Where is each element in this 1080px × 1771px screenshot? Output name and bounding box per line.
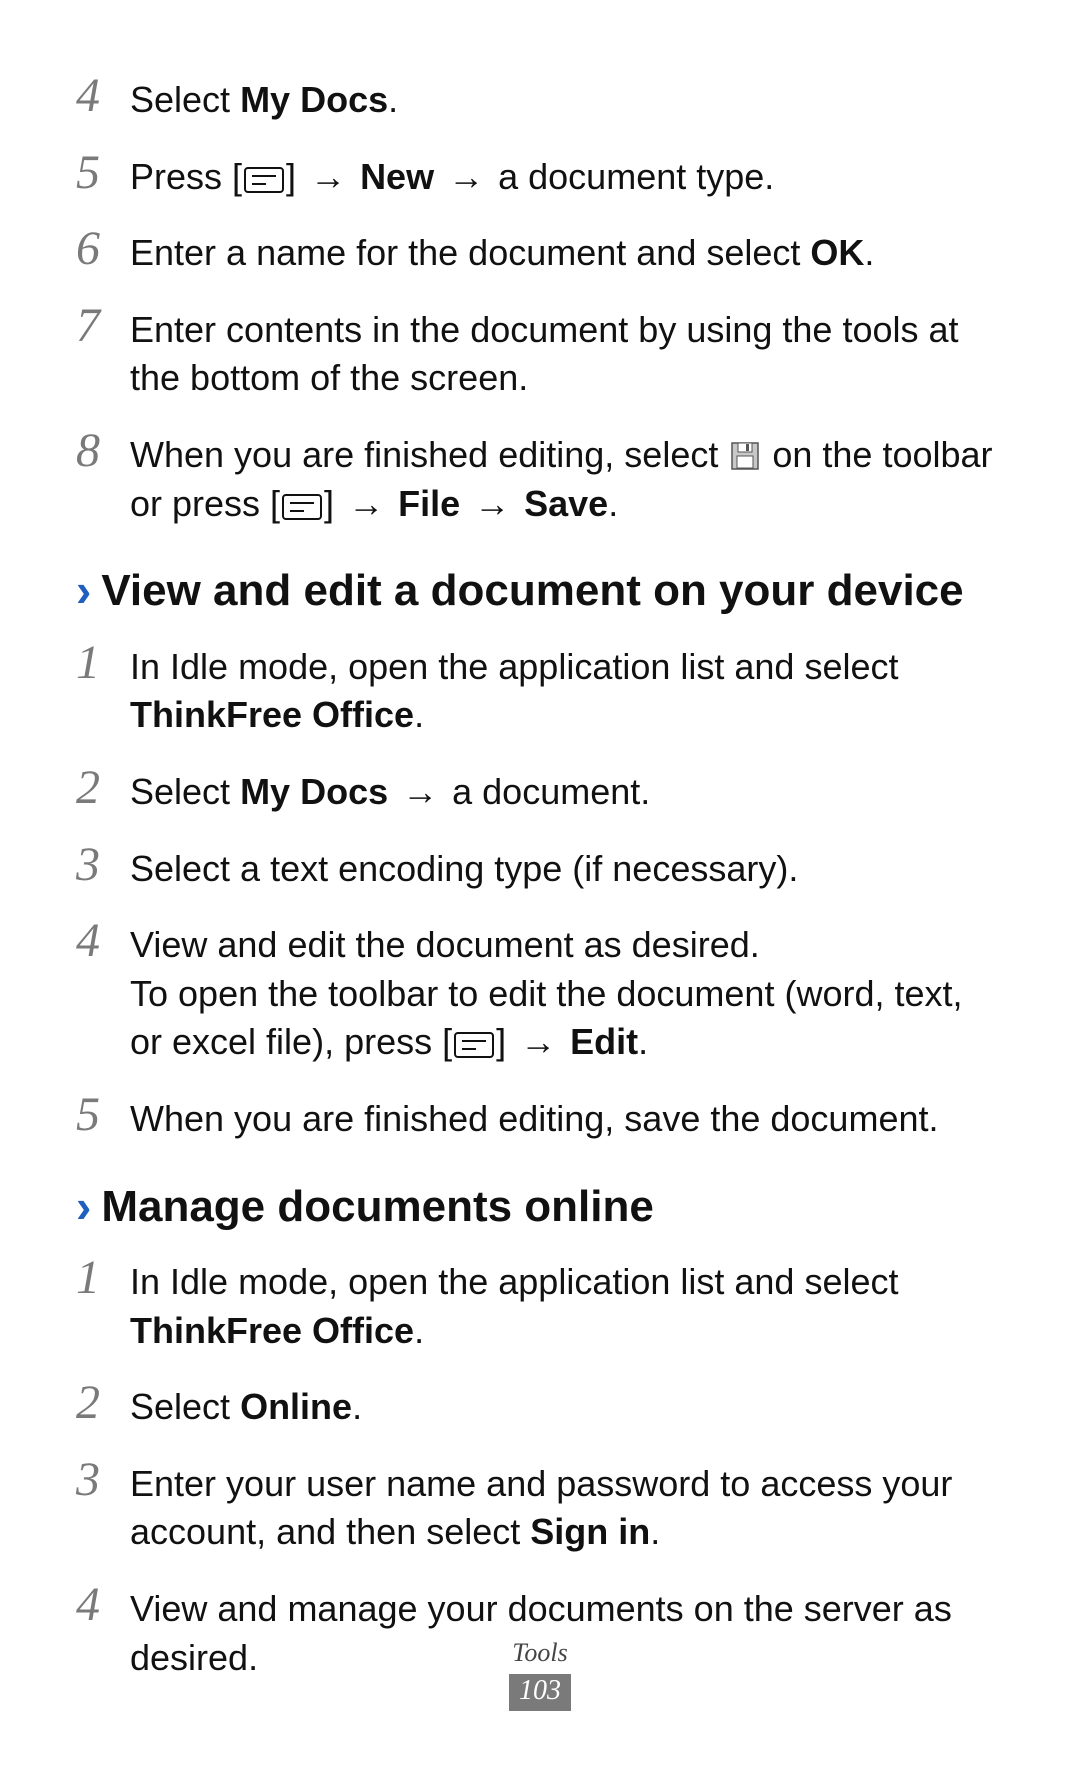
step-number: 1 (76, 1252, 130, 1302)
step-number: 5 (76, 147, 130, 197)
view-edit-steps-list: 1In Idle mode, open the application list… (76, 637, 1000, 1144)
step-text: When you are finished editing, select on… (130, 425, 1000, 528)
step-text: Select My Docs. (130, 70, 1000, 125)
step-number: 5 (76, 1089, 130, 1139)
menu-icon (454, 1032, 494, 1058)
step-text: Select My Docs → a document. (130, 762, 1000, 817)
page-footer: Tools 103 (0, 1638, 1080, 1711)
step-number: 2 (76, 762, 130, 812)
step-item: 1In Idle mode, open the application list… (76, 1252, 1000, 1355)
step-text: When you are finished editing, save the … (130, 1089, 1000, 1144)
step-text: Select Online. (130, 1377, 1000, 1432)
section-heading-manage-online: › Manage documents online (76, 1182, 1000, 1233)
step-number: 7 (76, 300, 130, 350)
step-number: 4 (76, 70, 130, 120)
step-text: View and edit the document as desired.To… (130, 915, 1000, 1067)
step-number: 2 (76, 1377, 130, 1427)
section-title: View and edit a document on your device (101, 566, 963, 617)
step-number: 3 (76, 839, 130, 889)
page-number-badge: 103 (509, 1674, 571, 1711)
step-item: 7Enter contents in the document by using… (76, 300, 1000, 403)
step-item: 3Select a text encoding type (if necessa… (76, 839, 1000, 894)
menu-icon (282, 494, 322, 520)
step-text: Enter your user name and password to acc… (130, 1454, 1000, 1557)
chevron-icon: › (76, 1183, 91, 1229)
initial-steps-list: 4Select My Docs.5Press [] → New → a docu… (76, 70, 1000, 528)
step-number: 4 (76, 1579, 130, 1629)
menu-icon (244, 167, 284, 193)
step-text: Enter a name for the document and select… (130, 223, 1000, 278)
footer-section-label: Tools (0, 1638, 1080, 1668)
step-item: 6Enter a name for the document and selec… (76, 223, 1000, 278)
save-icon (730, 441, 760, 471)
step-text: In Idle mode, open the application list … (130, 637, 1000, 740)
step-item: 5When you are finished editing, save the… (76, 1089, 1000, 1144)
step-number: 1 (76, 637, 130, 687)
step-item: 1In Idle mode, open the application list… (76, 637, 1000, 740)
chevron-icon: › (76, 567, 91, 613)
step-item: 2Select My Docs → a document. (76, 762, 1000, 817)
step-item: 4Select My Docs. (76, 70, 1000, 125)
step-text: Select a text encoding type (if necessar… (130, 839, 1000, 894)
manage-online-steps-list: 1In Idle mode, open the application list… (76, 1252, 1000, 1682)
step-text: Enter contents in the document by using … (130, 300, 1000, 403)
step-text: Press [] → New → a document type. (130, 147, 1000, 202)
step-item: 3Enter your user name and password to ac… (76, 1454, 1000, 1557)
step-text: In Idle mode, open the application list … (130, 1252, 1000, 1355)
step-item: 8When you are finished editing, select o… (76, 425, 1000, 528)
step-number: 4 (76, 915, 130, 965)
step-item: 5Press [] → New → a document type. (76, 147, 1000, 202)
step-item: 4View and edit the document as desired.T… (76, 915, 1000, 1067)
section-heading-view-edit: › View and edit a document on your devic… (76, 566, 1000, 617)
section-title: Manage documents online (101, 1182, 654, 1233)
step-number: 6 (76, 223, 130, 273)
step-number: 3 (76, 1454, 130, 1504)
step-item: 2Select Online. (76, 1377, 1000, 1432)
step-number: 8 (76, 425, 130, 475)
